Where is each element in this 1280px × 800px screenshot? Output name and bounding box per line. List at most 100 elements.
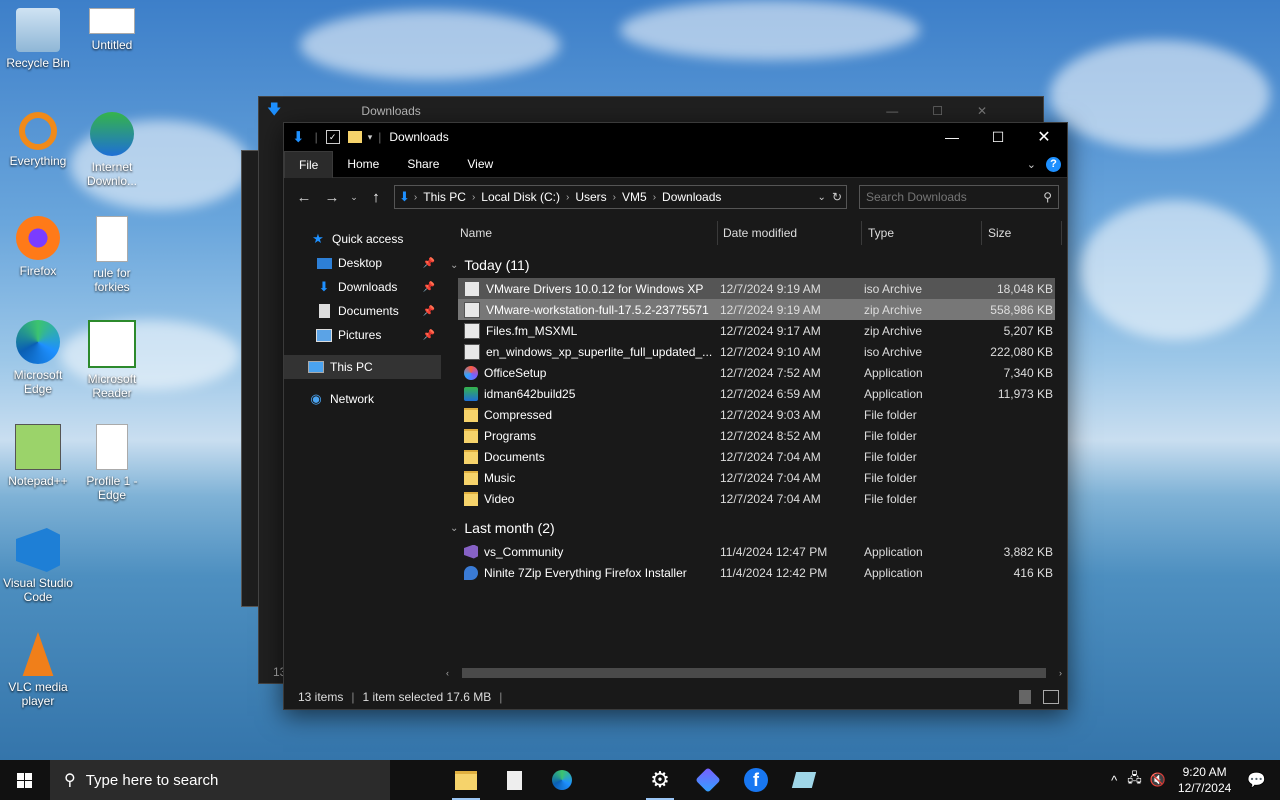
desktop-icon-rule-for-forkies[interactable]: rule for forkies (76, 216, 148, 294)
scrollbar-thumb[interactable] (462, 668, 1046, 678)
nav-network[interactable]: ◉ Network (284, 387, 441, 411)
nav-pictures[interactable]: Pictures 📌 (284, 323, 441, 347)
file-row[interactable]: idman642build25 12/7/2024 6:59 AM Applicat… (458, 383, 1055, 404)
desktop-icon-everything[interactable]: Everything (2, 112, 74, 168)
address-bar[interactable]: ⬇ › This PC › Local Disk (C:) › Users › … (394, 185, 847, 209)
file-row[interactable]: VMware-workstation-full-17.5.2-23775571 1… (458, 299, 1055, 320)
desktop-icon-profile-1-edge[interactable]: Profile 1 - Edge (76, 424, 148, 502)
column-type[interactable]: Type (862, 221, 982, 245)
tab-file[interactable]: File (284, 150, 334, 178)
collapse-chevron-icon[interactable]: ⌄ (450, 260, 458, 271)
desktop-icon-vlc-media-player[interactable]: VLC media player (2, 632, 74, 708)
breadcrumb-local-disk[interactable]: Local Disk (C:) (475, 190, 566, 204)
taskbar-settings[interactable]: ⚙ (636, 760, 684, 800)
horizontal-scrollbar[interactable]: ‹ › (446, 667, 1062, 679)
file-name: en_windows_xp_superlite_full_updated_... (486, 344, 713, 359)
expand-ribbon-icon[interactable]: ⌄ (1027, 158, 1036, 171)
volume-muted-icon[interactable]: 🔇 (1150, 772, 1166, 788)
search-input[interactable] (860, 189, 1044, 205)
column-headers: Name Date modified Type Size (442, 215, 1065, 252)
breadcrumb-this-pc[interactable]: This PC (417, 190, 472, 204)
up-arrow-icon[interactable]: ↑ (362, 189, 390, 206)
network-status-icon[interactable]: 🖧 (1127, 769, 1142, 791)
clock-date: 12/7/2024 (1177, 781, 1232, 795)
desktop-icon-recycle-bin[interactable]: Recycle Bin (2, 8, 74, 70)
desktop-icon-internet-download-manager[interactable]: Internet Downlo... (76, 112, 148, 188)
file-date: 11/4/2024 12:47 PM (720, 544, 828, 559)
nav-desktop[interactable]: Desktop 📌 (284, 251, 441, 275)
desktop-icon-label: Microsoft Edge (13, 368, 63, 396)
nav-quick-access[interactable]: ★ Quick access (284, 227, 441, 251)
desktop-icon-notepad-plus-plus[interactable]: Notepad++ (2, 424, 74, 488)
breadcrumb-vm5[interactable]: VM5 (616, 190, 653, 204)
address-dropdown-icon[interactable]: ⌄ (818, 192, 826, 203)
desktop-icon-microsoft-edge[interactable]: Microsoft Edge (2, 320, 74, 396)
back-arrow-icon[interactable]: ← (290, 189, 318, 206)
visual-studio-code-icon (16, 528, 60, 572)
file-list: Name Date modified Type Size ⌄ Today (11)… (442, 215, 1065, 685)
refresh-icon[interactable]: ↻ (832, 190, 842, 204)
file-row[interactable]: Compressed 12/7/2024 9:03 AM File folder (458, 404, 1055, 425)
clock[interactable]: 9:20 AM 12/7/2024 (1168, 764, 1241, 796)
nav-downloads[interactable]: ⬇ Downloads 📌 (284, 275, 441, 299)
taskbar-file-explorer[interactable] (442, 760, 490, 800)
column-date-modified[interactable]: Date modified (718, 221, 862, 245)
file-row[interactable]: Documents 12/7/2024 7:04 AM File folder (458, 446, 1055, 467)
file-row[interactable]: Ninite 7Zip Everything Firefox Installer… (458, 562, 1055, 583)
quick-access-dropdown-icon[interactable]: ▾ (368, 132, 373, 143)
explorer-window[interactable]: ⬇ | ✓ ▾ | Downloads — ☐ ✕ File Home Shar… (283, 122, 1068, 710)
start-button[interactable] (0, 760, 48, 800)
taskbar-search[interactable]: ⚲ Type here to search (50, 760, 390, 800)
tab-view[interactable]: View (453, 151, 507, 177)
file-size: 416 KB (1013, 565, 1053, 580)
file-row[interactable]: Video 12/7/2024 7:04 AM File folder (458, 488, 1055, 509)
taskbar-edge[interactable] (538, 760, 586, 800)
close-button[interactable]: ✕ (1021, 123, 1067, 151)
nav-this-pc[interactable]: This PC (284, 355, 441, 379)
new-folder-icon[interactable] (347, 131, 362, 143)
scroll-left-icon[interactable]: ‹ (446, 668, 449, 678)
large-icons-view-icon[interactable] (1043, 690, 1059, 704)
search-box[interactable]: ⚲ (859, 185, 1059, 209)
iso-icon (464, 343, 480, 360)
maximize-button[interactable]: ☐ (975, 123, 1021, 151)
details-view-icon[interactable] (1019, 690, 1031, 704)
file-row[interactable]: vs_Community 11/4/2024 12:47 PM Applicatio… (458, 541, 1055, 562)
scroll-right-icon[interactable]: › (1059, 668, 1062, 678)
show-hidden-icons-icon[interactable]: ^ (1111, 773, 1117, 788)
tab-share[interactable]: Share (393, 151, 453, 177)
file-row[interactable]: Music 12/7/2024 7:04 AM File folder (458, 467, 1055, 488)
file-row[interactable]: Files.fm_MSXML 12/7/2024 9:17 AM zip Archi… (458, 320, 1055, 341)
collapse-chevron-icon[interactable]: ⌄ (450, 523, 458, 534)
desktop-icon-untitled[interactable]: Untitled (76, 8, 148, 52)
breadcrumb-users[interactable]: Users (569, 190, 612, 204)
forward-arrow-icon[interactable]: → (318, 189, 346, 206)
desktop-icon-firefox[interactable]: Firefox (2, 216, 74, 278)
ninite-icon (464, 565, 478, 580)
background-window-controls[interactable]: —☐✕ (886, 104, 1021, 118)
desktop-icon-microsoft-reader[interactable]: Microsoft Reader (76, 320, 148, 400)
group-header[interactable]: ⌄ Last month (2) (442, 515, 1065, 541)
help-icon[interactable]: ? (1046, 156, 1061, 172)
column-name[interactable]: Name (442, 221, 718, 245)
group-header[interactable]: ⌄ Today (11) (442, 252, 1065, 278)
taskbar-notepad[interactable] (490, 760, 538, 800)
column-size[interactable]: Size (982, 221, 1062, 245)
notifications-icon[interactable]: 💬 (1247, 771, 1266, 789)
file-row[interactable]: VMware Drivers 10.0.12 for Windows XP 12/… (458, 278, 1055, 299)
title-bar[interactable]: ⬇ | ✓ ▾ | Downloads — ☐ ✕ (284, 123, 1067, 151)
file-type: iso Archive (864, 281, 923, 296)
properties-icon[interactable]: ✓ (325, 130, 340, 144)
file-row[interactable]: en_windows_xp_superlite_full_updated_...… (458, 341, 1055, 362)
recent-locations-icon[interactable]: ⌄ (346, 192, 362, 203)
file-row[interactable]: OfficeSetup 12/7/2024 7:52 AM Application 7… (458, 362, 1055, 383)
file-row[interactable]: Programs 12/7/2024 8:52 AM File folder (458, 425, 1055, 446)
taskbar-reader[interactable] (780, 760, 828, 800)
minimize-button[interactable]: — (929, 123, 975, 151)
taskbar-facebook[interactable]: f (732, 760, 780, 800)
tab-home[interactable]: Home (333, 151, 393, 177)
desktop-icon-visual-studio-code[interactable]: Visual Studio Code (2, 528, 74, 604)
breadcrumb-downloads[interactable]: Downloads (656, 190, 727, 204)
taskbar-copilot[interactable] (684, 760, 732, 800)
nav-documents[interactable]: Documents 📌 (284, 299, 441, 323)
